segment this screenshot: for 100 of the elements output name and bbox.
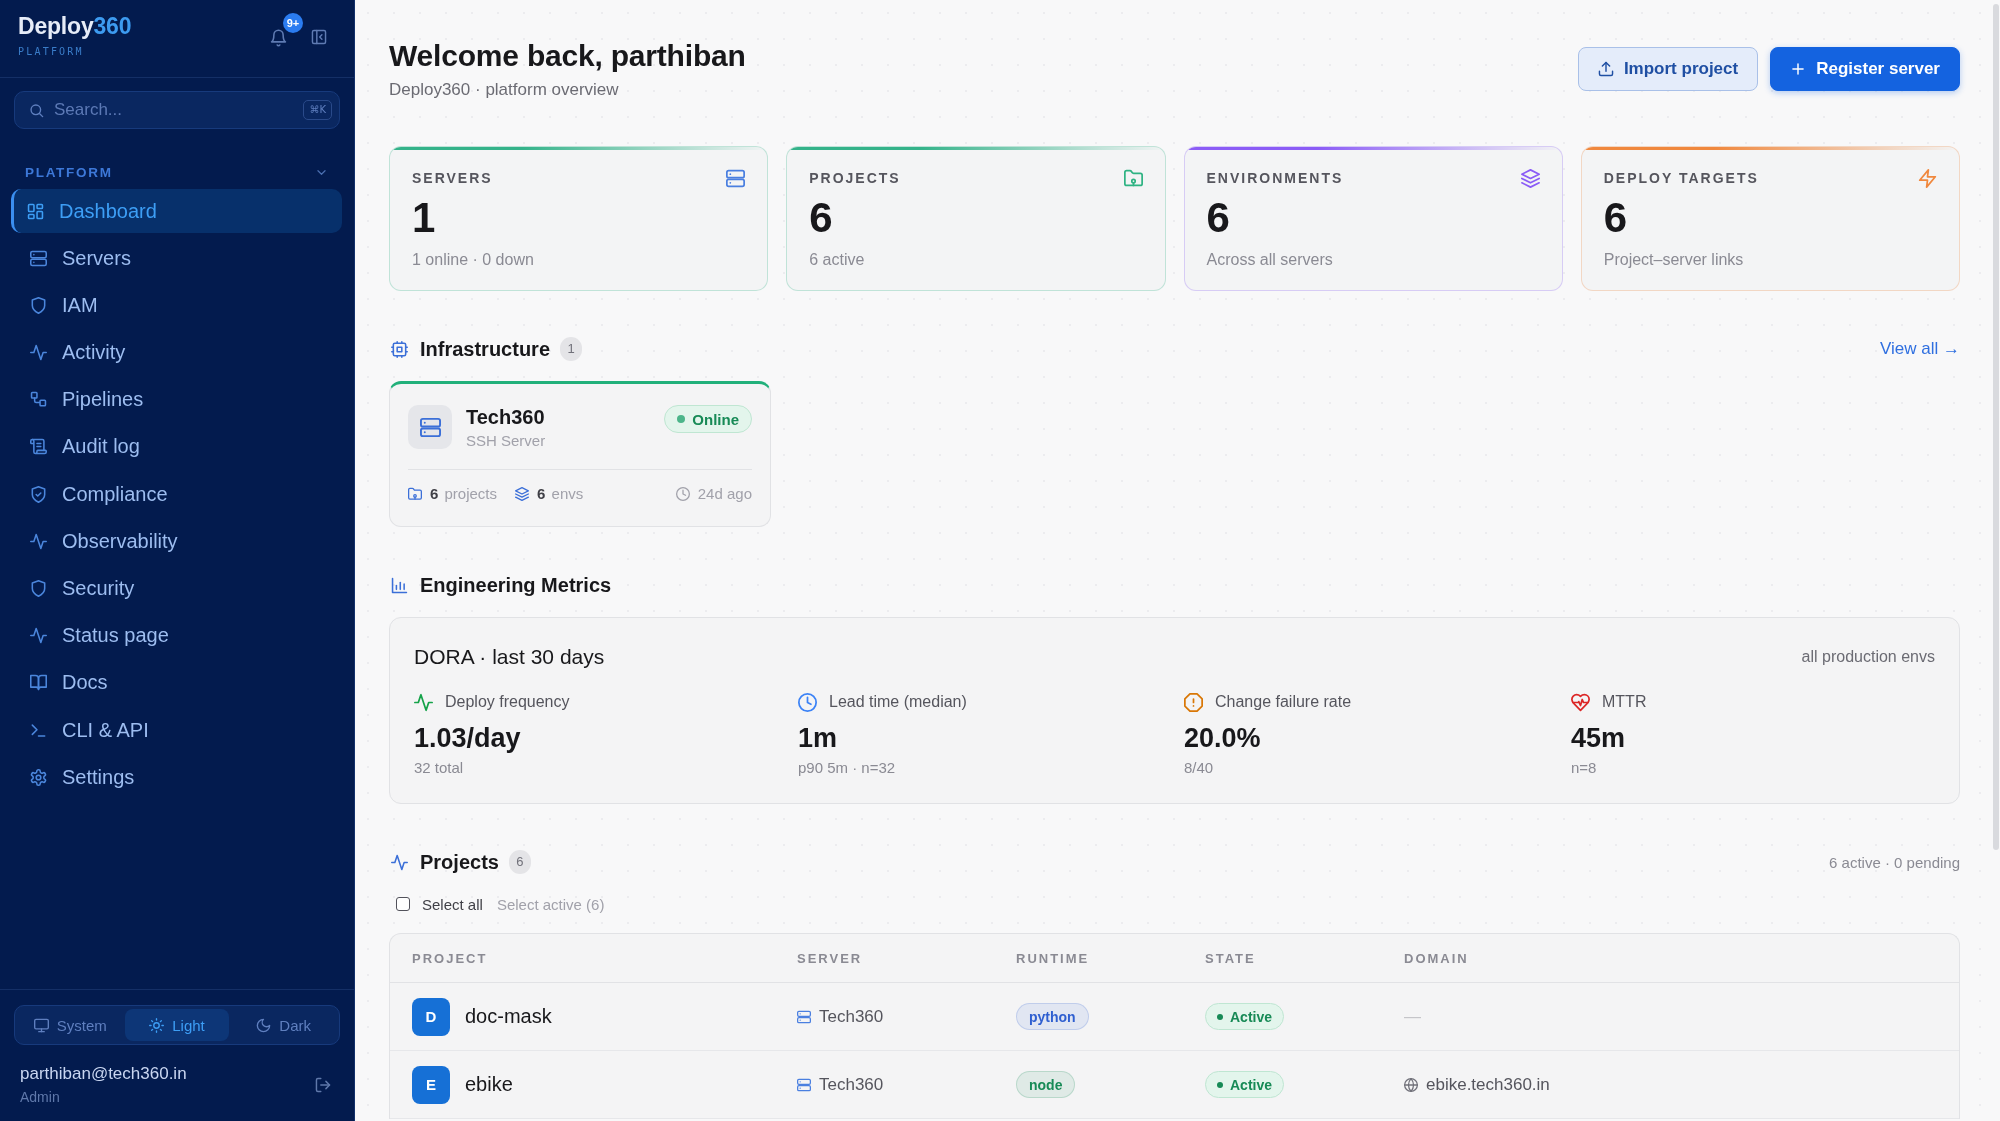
stat-label: DEPLOY TARGETS <box>1603 169 1759 187</box>
bell-icon[interactable] <box>270 29 287 47</box>
server-name: Tech360 <box>819 1074 884 1095</box>
section-title: Projects <box>420 850 499 875</box>
import-project-button[interactable]: Import project <box>1577 47 1759 91</box>
pulse-icon <box>30 344 47 362</box>
metric-label: Change failure rate <box>1215 692 1352 712</box>
domain-link[interactable]: ebike.tech360.in <box>1426 1074 1550 1095</box>
collapse-sidebar-icon[interactable] <box>311 29 327 45</box>
nav-item[interactable]: Observability <box>11 519 342 564</box>
state-text: Active <box>1230 1008 1273 1025</box>
pulse-icon <box>391 853 408 871</box>
nav-item[interactable]: Activity <box>11 330 342 375</box>
layers-icon <box>515 487 530 501</box>
section-title: Engineering Metrics <box>420 573 612 598</box>
project-count: 6 projects <box>430 484 498 504</box>
logo: Deploy360 <box>18 13 132 39</box>
state-dot-icon <box>1217 1013 1223 1020</box>
notification-count: 9+ <box>283 13 303 33</box>
section-toggle[interactable]: PLATFORM <box>14 162 340 182</box>
server-name: Tech360 <box>819 1006 884 1027</box>
theme-option[interactable]: Light <box>124 1009 230 1041</box>
nav-item[interactable]: Security <box>11 566 342 611</box>
server-card[interactable]: Tech360 SSH Server Online 6 projects 6 envs 24d ago <box>389 381 771 527</box>
metric-value: 1.03/day <box>414 722 522 755</box>
stat-value: 6 <box>1603 194 1629 242</box>
state-dot-icon <box>1217 1081 1223 1088</box>
column-header: DOMAIN <box>1404 950 1470 966</box>
server-type: SSH Server <box>466 431 546 451</box>
upload-icon <box>1597 61 1614 77</box>
user-email: parthiban@tech360.in <box>20 1064 187 1084</box>
nav-item[interactable]: Audit log <box>11 424 342 469</box>
status-text: Online <box>692 410 739 428</box>
section-title: Infrastructure <box>420 337 551 362</box>
metric-note: n=8 <box>1571 758 1598 778</box>
search-icon <box>29 102 44 118</box>
workflow-icon <box>30 391 47 409</box>
nav-item[interactable]: Docs <box>11 660 342 705</box>
column-header: SERVER <box>797 950 864 966</box>
runtime-tag: node <box>1016 1071 1076 1098</box>
state-text: Active <box>1230 1076 1273 1093</box>
scrollbar-thumb[interactable] <box>1993 4 1999 850</box>
pulse-icon <box>30 532 47 550</box>
count-badge: 1 <box>560 337 583 361</box>
metric-value: 20.0% <box>1184 722 1262 755</box>
stat-label: SERVERS <box>412 169 493 187</box>
server-icon <box>797 1009 811 1024</box>
column-header: PROJECT <box>412 950 489 966</box>
server-icon <box>408 405 452 449</box>
nav-item[interactable]: Dashboard <box>11 189 342 233</box>
project-name[interactable]: ebike <box>465 1073 513 1096</box>
pulse-icon <box>30 627 47 645</box>
column-header: STATE <box>1205 950 1257 966</box>
env-count: 6 envs <box>537 484 584 504</box>
projects-summary: 6 active · 0 pending <box>1829 853 1960 871</box>
stat-note: 6 active <box>809 250 866 270</box>
logout-icon[interactable] <box>315 1077 331 1093</box>
shortcut-hint: ⌘K <box>303 99 332 120</box>
settings-icon <box>30 768 47 786</box>
server-icon <box>797 1077 811 1092</box>
nav-item[interactable]: Compliance <box>11 472 342 517</box>
theme-option[interactable]: Dark <box>231 1009 336 1041</box>
terminal-icon <box>30 721 47 739</box>
nav-item[interactable]: Status page <box>11 613 342 658</box>
nav-item[interactable]: Pipelines <box>11 377 342 422</box>
globe-icon <box>1404 1077 1418 1092</box>
scroll-icon <box>30 438 47 456</box>
project-name[interactable]: doc-mask <box>465 1005 552 1028</box>
nav-item[interactable]: Servers <box>11 236 342 281</box>
page-title: Welcome back, parthiban <box>389 39 746 73</box>
monitor-icon <box>33 1017 49 1033</box>
nav-item[interactable]: Settings <box>11 755 342 800</box>
metric-note: 8/40 <box>1184 758 1215 778</box>
metric-label: MTTR <box>1602 692 1647 712</box>
runtime-tag: python <box>1016 1003 1089 1030</box>
register-server-button[interactable]: Register server <box>1770 47 1960 91</box>
card-scope: all production envs <box>1801 648 1935 666</box>
nav-item[interactable]: IAM <box>11 283 342 328</box>
select-all-checkbox[interactable] <box>396 897 410 911</box>
server-name: Tech360 <box>466 405 546 429</box>
count-badge: 6 <box>508 850 531 874</box>
nav-item[interactable]: CLI & API <box>11 708 342 753</box>
shield-icon <box>30 296 47 314</box>
metric-note: p90 5m · n=32 <box>798 758 897 778</box>
theme-option[interactable]: System <box>18 1009 123 1041</box>
select-all-label[interactable]: Select all <box>422 895 483 913</box>
view-all-link[interactable]: View all → <box>1880 339 1960 359</box>
server-icon <box>30 249 47 267</box>
user-role: Admin <box>20 1088 61 1106</box>
metric-label: Lead time (median) <box>829 692 967 712</box>
clock-icon <box>675 487 690 501</box>
grid-icon <box>27 202 44 220</box>
stat-value: 6 <box>809 194 834 242</box>
folder-icon <box>408 487 422 501</box>
project-avatar: E <box>412 1065 450 1104</box>
stat-value: 6 <box>1206 194 1231 242</box>
sun-icon <box>149 1017 165 1033</box>
chip-icon <box>391 340 408 358</box>
moon-icon <box>256 1017 272 1033</box>
last-seen: 24d ago <box>697 484 752 504</box>
